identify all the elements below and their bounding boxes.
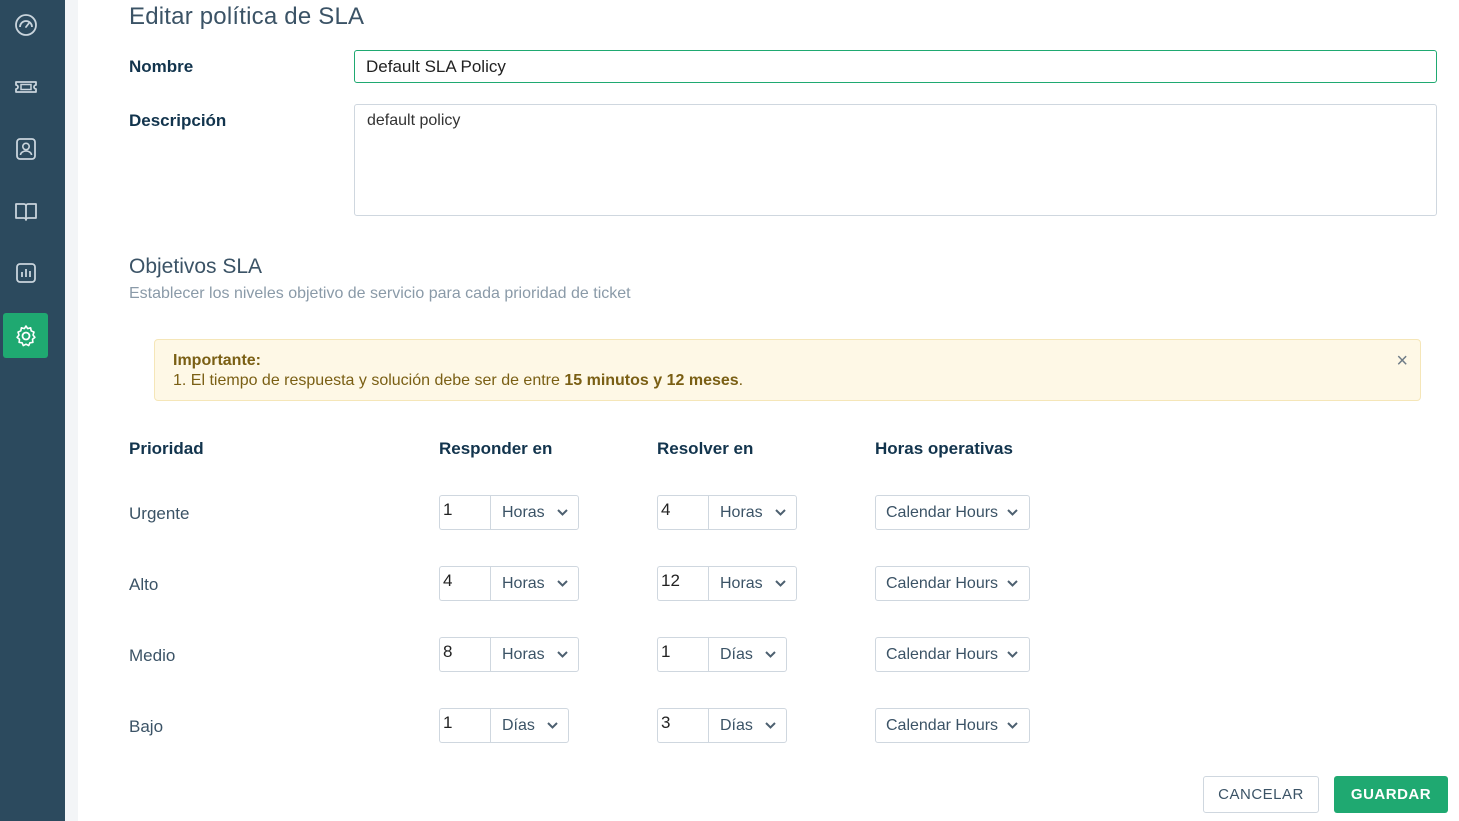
priority-label-low: Bajo: [129, 717, 164, 736]
chevron-down-icon: [1007, 722, 1018, 729]
nav-dashboard[interactable]: [3, 2, 48, 47]
header-resolve: Resolver en: [657, 439, 754, 458]
reports-icon: [15, 262, 36, 283]
settings-icon: [15, 324, 36, 346]
chevron-down-icon: [556, 509, 568, 516]
operational-hours-select-urgent[interactable]: Calendar Hours: [875, 495, 1030, 530]
chevron-down-icon: [1007, 509, 1018, 516]
knowledge-base-icon: [14, 202, 37, 221]
unit-label: Días: [720, 645, 753, 663]
dashboard-icon: [14, 13, 37, 36]
sla-targets-subtitle: Establecer los niveles objetivo de servi…: [129, 285, 631, 302]
respond-time-high: Horas: [439, 566, 579, 601]
respond-value-input[interactable]: [439, 495, 490, 530]
ticket-icon: [14, 80, 37, 93]
alert-text: 1. El tiempo de respuesta y solución deb…: [173, 372, 743, 390]
contacts-icon: [15, 137, 36, 160]
sla-targets-title: Objetivos SLA: [129, 255, 263, 278]
resolve-unit-select[interactable]: Días: [708, 637, 787, 672]
resolve-value-input[interactable]: [657, 566, 708, 601]
resolve-time-medium: Días: [657, 637, 787, 672]
respond-unit-select[interactable]: Horas: [490, 566, 579, 601]
unit-label: Horas: [502, 574, 545, 592]
operational-hours-select-high[interactable]: Calendar Hours: [875, 566, 1030, 601]
chevron-down-icon: [774, 509, 786, 516]
name-input[interactable]: [354, 50, 1437, 83]
header-operational-hours: Horas operativas: [875, 439, 1013, 458]
resolve-unit-select[interactable]: Horas: [708, 495, 797, 530]
unit-label: Horas: [720, 503, 763, 521]
chevron-down-icon: [556, 651, 568, 658]
header-respond: Responder en: [439, 439, 553, 458]
resolve-unit-select[interactable]: Horas: [708, 566, 797, 601]
chevron-down-icon: [1007, 580, 1018, 587]
nav-knowledge-base[interactable]: [3, 188, 48, 233]
resolve-value-input[interactable]: [657, 708, 708, 743]
nav-reports[interactable]: [3, 250, 48, 295]
respond-value-input[interactable]: [439, 637, 490, 672]
chevron-down-icon: [765, 722, 776, 729]
unit-label: Días: [720, 716, 753, 734]
respond-unit-select[interactable]: Horas: [490, 637, 579, 672]
alert-text-bold: 15 minutos y 12 meses: [564, 372, 739, 389]
sidebar-divider: [65, 0, 78, 821]
resolve-time-low: Días: [657, 708, 787, 743]
alert-close-icon[interactable]: ×: [1396, 350, 1408, 373]
hours-label: Calendar Hours: [886, 645, 999, 663]
respond-unit-select[interactable]: Horas: [490, 495, 579, 530]
hours-label: Calendar Hours: [886, 503, 999, 521]
cancel-button[interactable]: CANCELAR: [1203, 776, 1319, 813]
important-alert: Importante: 1. El tiempo de respuesta y …: [154, 339, 1421, 401]
nav-contacts[interactable]: [3, 126, 48, 171]
operational-hours-select-medium[interactable]: Calendar Hours: [875, 637, 1030, 672]
page-title: Editar política de SLA: [129, 3, 365, 30]
respond-value-input[interactable]: [439, 708, 490, 743]
sidebar: [0, 0, 65, 821]
header-priority: Prioridad: [129, 439, 204, 458]
chevron-down-icon: [765, 651, 776, 658]
respond-time-low: Días: [439, 708, 569, 743]
main-content: Editar política de SLA Nombre Descripció…: [78, 0, 1459, 821]
alert-title: Importante:: [173, 352, 261, 369]
hours-label: Calendar Hours: [886, 716, 999, 734]
description-label: Descripción: [129, 111, 227, 130]
priority-label-high: Alto: [129, 575, 159, 594]
chevron-down-icon: [774, 580, 786, 587]
chevron-down-icon: [547, 722, 558, 729]
priority-label-urgent: Urgente: [129, 504, 190, 523]
unit-label: Horas: [720, 574, 763, 592]
alert-text-prefix: 1. El tiempo de respuesta y solución deb…: [173, 372, 565, 389]
save-button[interactable]: GUARDAR: [1334, 776, 1448, 813]
respond-time-urgent: Horas: [439, 495, 579, 530]
alert-text-suffix: .: [738, 372, 744, 389]
unit-label: Horas: [502, 503, 545, 521]
hours-label: Calendar Hours: [886, 574, 999, 592]
unit-label: Días: [502, 716, 535, 734]
resolve-value-input[interactable]: [657, 637, 708, 672]
resolve-unit-select[interactable]: Días: [708, 708, 787, 743]
resolve-value-input[interactable]: [657, 495, 708, 530]
nav-settings[interactable]: [3, 313, 48, 358]
nav-tickets[interactable]: [3, 64, 48, 109]
chevron-down-icon: [1007, 651, 1018, 658]
respond-value-input[interactable]: [439, 566, 490, 601]
name-label: Nombre: [129, 57, 194, 76]
respond-unit-select[interactable]: Días: [490, 708, 569, 743]
operational-hours-select-low[interactable]: Calendar Hours: [875, 708, 1030, 743]
resolve-time-high: Horas: [657, 566, 797, 601]
chevron-down-icon: [556, 580, 568, 587]
priority-label-medium: Medio: [129, 646, 176, 665]
unit-label: Horas: [502, 645, 545, 663]
resolve-time-urgent: Horas: [657, 495, 797, 530]
description-input[interactable]: default policy: [354, 104, 1437, 216]
respond-time-medium: Horas: [439, 637, 579, 672]
